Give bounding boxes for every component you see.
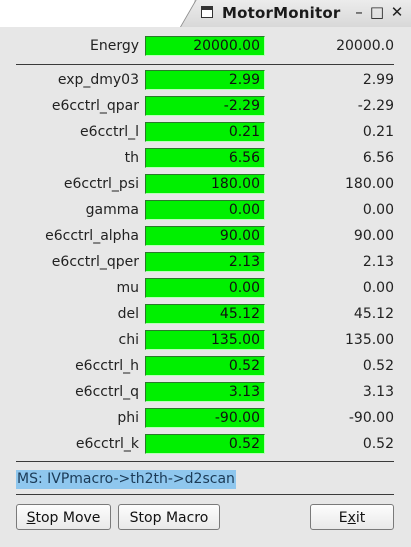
motor-label: e6cctrl_k xyxy=(75,436,139,452)
window-title: MotorMonitor xyxy=(222,4,341,22)
motor-label: th xyxy=(124,150,139,166)
motor-label: del xyxy=(117,306,139,322)
motor-label: phi xyxy=(117,410,139,426)
motor-readback: 135.00 xyxy=(345,332,394,348)
motor-readback: 0.52 xyxy=(362,436,394,452)
motor-setpoint-field[interactable]: 135.00 xyxy=(145,330,265,350)
motor-readback: 45.12 xyxy=(353,306,394,322)
motor-setpoint-field[interactable]: 90.00 xyxy=(145,226,265,246)
motor-label: mu xyxy=(116,280,139,296)
motor-setpoint-field[interactable]: 2.99 xyxy=(145,70,265,90)
title-bar[interactable]: MotorMonitor – □ ✕ xyxy=(0,0,411,27)
stop-move-button[interactable]: Stop Move xyxy=(16,504,111,530)
separator-top xyxy=(16,64,394,65)
motor-setpoint-field[interactable]: 0.52 xyxy=(145,356,265,376)
motor-row: e6cctrl_q 3.13 3.13 xyxy=(0,382,411,402)
motor-label: gamma xyxy=(85,202,139,218)
motor-readback: 3.13 xyxy=(362,384,394,400)
motor-readback: 0.52 xyxy=(362,358,394,374)
motor-readback: 90.00 xyxy=(353,228,394,244)
motor-row: phi -90.00 -90.00 xyxy=(0,408,411,428)
motor-readback: 0.00 xyxy=(362,280,394,296)
energy-setpoint-field[interactable]: 20000.00 xyxy=(145,36,265,56)
title-bar-blank xyxy=(0,0,194,27)
motor-row: del 45.12 45.12 xyxy=(0,304,411,324)
motor-readback: 2.13 xyxy=(362,254,394,270)
motor-label: e6cctrl_psi xyxy=(63,176,139,192)
motor-row: exp_dmy03 2.99 2.99 xyxy=(0,70,411,90)
motor-row: mu 0.00 0.00 xyxy=(0,278,411,298)
energy-readback: 20000.0 xyxy=(336,38,394,54)
motor-setpoint-field[interactable]: 2.13 xyxy=(145,252,265,272)
motor-row: chi 135.00 135.00 xyxy=(0,330,411,350)
motor-readback: -90.00 xyxy=(348,410,394,426)
exit-label-start: E xyxy=(338,510,348,526)
separator-bottom xyxy=(16,494,394,495)
energy-label: Energy xyxy=(89,38,139,54)
motor-setpoint-field[interactable]: 0.00 xyxy=(145,200,265,220)
motor-label: e6cctrl_qpar xyxy=(51,98,139,114)
motor-setpoint-field[interactable]: 0.52 xyxy=(145,434,265,454)
exit-label-end: it xyxy=(355,510,366,526)
minimize-icon[interactable]: – xyxy=(351,4,367,20)
separator-middle xyxy=(16,461,394,462)
motor-monitor-window: MotorMonitor – □ ✕ Energy 20000.00 20000… xyxy=(0,0,411,547)
window-icon[interactable] xyxy=(201,6,213,18)
macro-status-text: MS: IVPmacro->th2th->d2scan xyxy=(16,470,236,489)
motor-setpoint-field[interactable]: 0.00 xyxy=(145,278,265,298)
motor-row: e6cctrl_k 0.52 0.52 xyxy=(0,434,411,454)
motor-setpoint-field[interactable]: 45.12 xyxy=(145,304,265,324)
exit-button[interactable]: Exit xyxy=(310,504,394,530)
maximize-icon[interactable]: □ xyxy=(369,4,385,20)
motor-readback: 2.99 xyxy=(362,72,394,88)
motor-setpoint-field[interactable]: 0.21 xyxy=(145,122,265,142)
motor-label: e6cctrl_alpha xyxy=(45,228,139,244)
motor-setpoint-field[interactable]: 3.13 xyxy=(145,382,265,402)
motor-setpoint-field[interactable]: 6.56 xyxy=(145,148,265,168)
motor-row: th 6.56 6.56 xyxy=(0,148,411,168)
motor-label: e6cctrl_l xyxy=(80,124,139,140)
motor-readback: 0.00 xyxy=(362,202,394,218)
stop-move-label: top Move xyxy=(35,510,101,526)
motor-setpoint-field[interactable]: -90.00 xyxy=(145,408,265,428)
motor-row: e6cctrl_psi 180.00 180.00 xyxy=(0,174,411,194)
motor-readback: 180.00 xyxy=(345,176,394,192)
motor-label: e6cctrl_q xyxy=(75,384,139,400)
motor-row: e6cctrl_qpar -2.29 -2.29 xyxy=(0,96,411,116)
stop-macro-button[interactable]: Stop Macro xyxy=(118,504,220,530)
motor-label: chi xyxy=(118,332,139,348)
exit-mnemonic: x xyxy=(347,510,356,526)
close-icon[interactable]: ✕ xyxy=(389,4,405,20)
energy-row: Energy 20000.00 20000.0 xyxy=(0,36,411,56)
motor-label: e6cctrl_qper xyxy=(51,254,139,270)
motor-row: e6cctrl_alpha 90.00 90.00 xyxy=(0,226,411,246)
motor-row: e6cctrl_l 0.21 0.21 xyxy=(0,122,411,142)
motor-readback: -2.29 xyxy=(357,98,394,114)
motor-readback: 6.56 xyxy=(362,150,394,166)
motor-row: e6cctrl_h 0.52 0.52 xyxy=(0,356,411,376)
motor-row: gamma 0.00 0.00 xyxy=(0,200,411,220)
motor-setpoint-field[interactable]: 180.00 xyxy=(145,174,265,194)
motor-setpoint-field[interactable]: -2.29 xyxy=(145,96,265,116)
motor-row: e6cctrl_qper 2.13 2.13 xyxy=(0,252,411,272)
motor-readback: 0.21 xyxy=(362,124,394,140)
motor-label: e6cctrl_h xyxy=(75,358,139,374)
motor-label: exp_dmy03 xyxy=(57,72,139,88)
